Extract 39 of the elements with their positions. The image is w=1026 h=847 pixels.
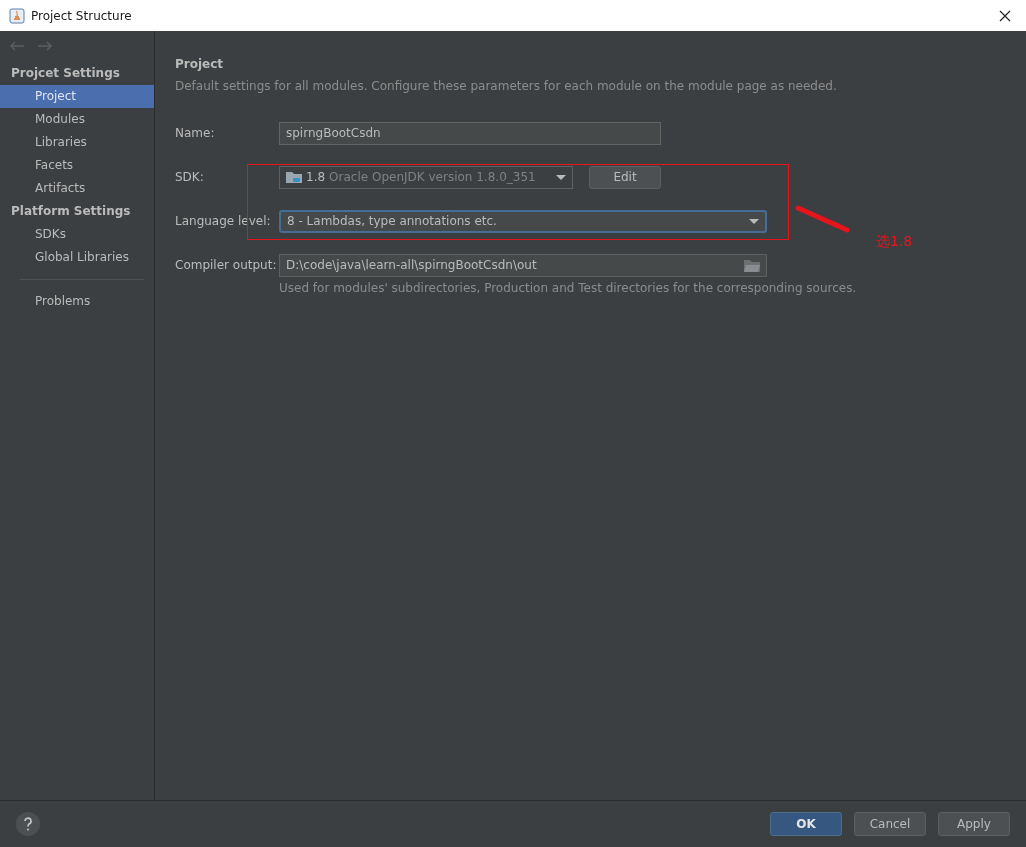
dropdown-arrow-icon: [556, 174, 566, 180]
text-field[interactable]: spirngBootCsdn: [279, 121, 661, 145]
field-label: Compiler output:: [175, 257, 278, 274]
window-title: Project Structure: [31, 8, 132, 23]
close-icon: [999, 9, 1011, 22]
sdk-version: 1.8: [306, 170, 326, 184]
section-heading: Projcet Settings: [10, 65, 121, 82]
annotation-text: 选1.8: [876, 233, 913, 251]
sidebar-item[interactable]: Modules: [0, 108, 154, 131]
sidebar-item[interactable]: Problems: [0, 290, 154, 313]
field-label: Name:: [175, 125, 216, 142]
section-title: Project: [175, 57, 225, 73]
sidebar-item[interactable]: Artifacts: [0, 177, 154, 200]
description-text: Default settings for all modules. Configure these parameters for each module on the module page as needed.: [175, 79, 838, 93]
annotation-stroke: [795, 204, 851, 234]
path-field[interactable]: D:\code\java\learn-all\spirngBootCsdn\out: [279, 253, 767, 277]
dialog-button[interactable]: Cancel: [854, 812, 926, 836]
sdk-dropdown[interactable]: 1.8 Oracle OpenJDK version 1.8.0_351: [279, 165, 573, 189]
section-heading: Platform Settings: [10, 203, 132, 220]
folder-icon: [744, 258, 760, 272]
hint-text: Used for modules' subdirectories, Production and Test directories for the corresponding sources.: [279, 281, 858, 295]
field-label: SDK:: [175, 169, 205, 186]
question-icon: [23, 817, 33, 831]
app-icon: [9, 7, 25, 24]
language-level-dropdown[interactable]: 8 - Lambdas, type annotations etc.: [279, 209, 767, 233]
edit-button[interactable]: Edit: [589, 165, 661, 189]
sidebar-item[interactable]: Facets: [0, 154, 154, 177]
sdk-detail: Oracle OpenJDK version 1.8.0_351: [329, 170, 536, 184]
help-button[interactable]: [16, 812, 40, 836]
folder-icon: [286, 170, 302, 184]
forward-arrow-icon: [37, 40, 53, 52]
dropdown-arrow-icon: [749, 218, 759, 224]
dialog-button[interactable]: OK: [770, 812, 842, 836]
sidebar-item[interactable]: SDKs: [0, 223, 154, 246]
sidebar-item[interactable]: Global Libraries: [0, 246, 154, 269]
sidebar-item[interactable]: Libraries: [0, 131, 154, 154]
sidebar-item[interactable]: Project: [0, 85, 154, 108]
dialog-button[interactable]: Apply: [938, 812, 1010, 836]
back-arrow-icon: [9, 40, 25, 52]
